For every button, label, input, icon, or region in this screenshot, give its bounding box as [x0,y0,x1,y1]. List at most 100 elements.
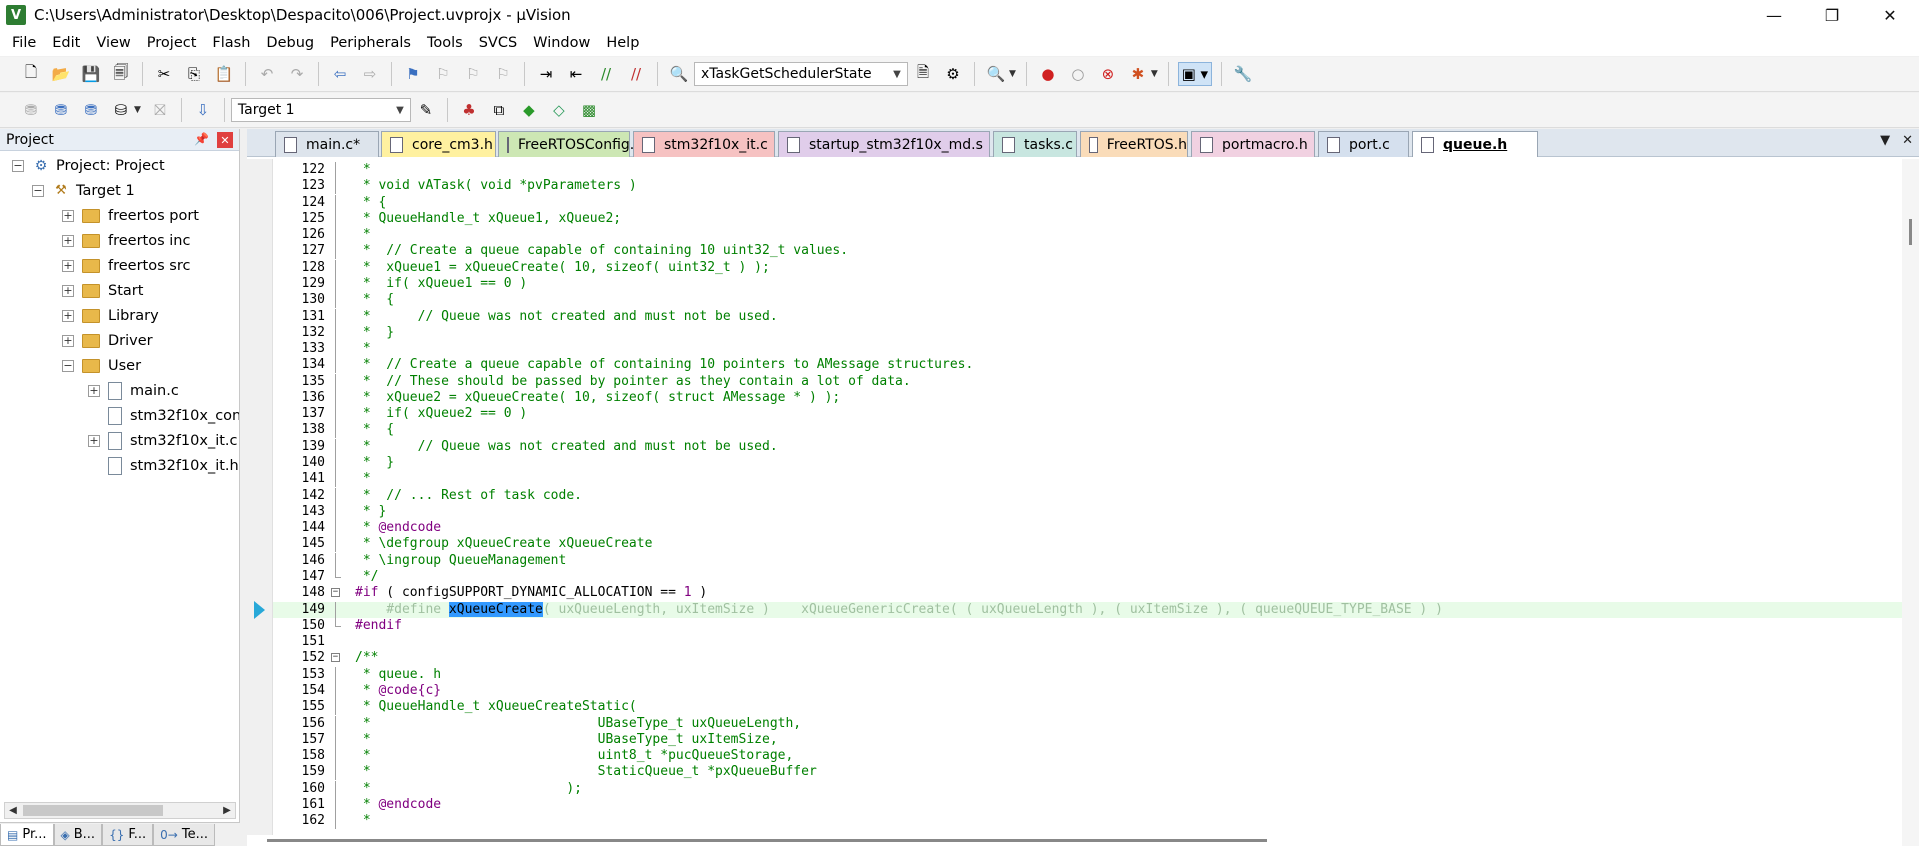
chevron-down-icon[interactable]: ▼ [134,105,141,115]
panel-tab-3[interactable]: 0→ Te... [153,824,215,846]
tree-item-driver[interactable]: + Driver [62,328,153,353]
menu-window[interactable]: Window [525,31,598,55]
download-icon[interactable]: ⇩ [191,98,215,122]
find-in-files-icon[interactable]: 🔍 [667,62,691,86]
collapse-icon[interactable]: − [12,159,24,172]
editor-tab-startup-stm32f10x-md-s[interactable]: startup_stm32f10x_md.s [778,131,990,157]
menu-svcs[interactable]: SVCS [471,31,525,55]
editor-horizontal-scrollbar[interactable] [247,835,1902,846]
close-icon[interactable]: ✕ [217,132,233,148]
editor-tab-tasks-c[interactable]: tasks.c [993,131,1077,157]
find-combo[interactable]: xTaskGetSchedulerState ▼ [694,62,908,86]
scrollbar-thumb[interactable] [23,805,163,816]
breakpoint-insert-icon[interactable]: ● [1036,62,1060,86]
menu-view[interactable]: View [88,31,138,55]
manage-project-items-icon[interactable]: ♣ [457,98,481,122]
tree-item-freertos-inc[interactable]: + freertos inc [62,228,190,253]
expand-icon[interactable]: + [62,209,74,222]
editor-tab-freertosconfig-h[interactable]: FreeRTOSConfig.h [498,131,643,157]
chevron-down-icon[interactable]: ▼ [392,102,408,118]
save-all-icon[interactable]: 🗐 [109,62,133,86]
breakpoint-kill-all-icon[interactable]: ✱ [1126,62,1150,86]
menu-tools[interactable]: Tools [419,31,471,55]
pack-installer-icon[interactable]: ▩ [577,98,601,122]
indent-icon[interactable]: ⇥ [534,62,558,86]
bookmark-clear-icon[interactable]: ⚐ [491,62,515,86]
close-icon[interactable]: ✕ [1902,133,1913,148]
tree-item-target-1[interactable]: − ⚒ Target 1 [32,178,135,203]
editor-vertical-scrollbar[interactable] [1902,159,1919,846]
collapse-icon[interactable]: − [62,359,74,372]
tree-item-freertos-src[interactable]: + freertos src [62,253,190,278]
uncomment-icon[interactable]: // [624,62,648,86]
tree-item-library[interactable]: + Library [62,303,159,328]
paste-icon[interactable]: 📋 [212,62,236,86]
copy-icon[interactable]: ⎘ [182,62,206,86]
fold-collapse-icon[interactable]: − [331,653,340,662]
tree-item-freertos-port[interactable]: + freertos port [62,203,199,228]
close-icon[interactable]: ✕ [1861,0,1919,30]
expand-icon[interactable]: + [62,334,74,347]
menu-edit[interactable]: Edit [44,31,88,55]
target-options-icon[interactable]: ✎ [414,98,438,122]
chevron-down-icon[interactable]: ▼ [1151,69,1158,79]
file-extensions-icon[interactable]: ⧉ [487,98,511,122]
expand-icon[interactable]: + [88,434,100,447]
manage-run-time-icon[interactable]: ◆ [517,98,541,122]
find-icon[interactable]: 🗎 [911,62,935,86]
editor-tab-main-c-[interactable]: main.c* [275,131,379,157]
editor-tab-core-cm3-h[interactable]: core_cm3.h [381,131,496,157]
scroll-left-icon[interactable]: ◀ [5,803,21,818]
batch-build-icon[interactable]: ⛁ [109,98,133,122]
editor-tab-stm32f10x-it-c[interactable]: stm32f10x_it.c [633,131,775,157]
new-file-icon[interactable]: 🗋 [19,62,43,86]
navigate-forward-icon[interactable]: ⇨ [358,62,382,86]
bookmark-prev-icon[interactable]: ⚐ [431,62,455,86]
unindent-icon[interactable]: ⇤ [564,62,588,86]
menu-debug[interactable]: Debug [258,31,322,55]
expand-icon[interactable]: + [62,234,74,247]
panel-tab-1[interactable]: ◈ B... [53,824,103,846]
pin-icon[interactable]: 📌 [194,132,209,148]
tree-item-stm32f10x-it-h[interactable]: stm32f10x_it.h [88,453,239,478]
menu-help[interactable]: Help [598,31,647,55]
collapse-icon[interactable]: − [32,184,44,197]
fold-marker[interactable]: − [331,585,342,601]
redo-icon[interactable]: ↷ [285,62,309,86]
configure-icon[interactable]: 🔧 [1231,62,1255,86]
scroll-right-icon[interactable]: ▶ [219,803,235,818]
tree-item-user[interactable]: − User [62,353,141,378]
undo-icon[interactable]: ↶ [255,62,279,86]
fold-marker[interactable]: − [331,650,342,666]
tree-item-stm32f10x-it-c[interactable]: + stm32f10x_it.c [88,428,238,453]
editor-tab-freertos-h[interactable]: FreeRTOS.h [1080,131,1188,157]
window-layout-icon[interactable]: ▣ ▾ [1177,62,1212,86]
rebuild-icon[interactable]: ⛃ [79,98,103,122]
comment-icon[interactable]: // [594,62,618,86]
translate-icon[interactable]: ⛃ [19,98,43,122]
expand-icon[interactable]: + [62,309,74,322]
navigate-back-icon[interactable]: ⇦ [328,62,352,86]
panel-tab-0[interactable]: ▤ Pr... [0,824,54,846]
save-icon[interactable]: 💾 [79,62,103,86]
tree-item-stm32f10x-conf[interactable]: stm32f10x_conf [88,403,239,428]
scrollbar-thumb[interactable] [1909,219,1912,245]
editor-margin[interactable] [247,159,273,846]
editor-tab-port-c[interactable]: port.c [1318,131,1409,157]
scrollbar-thumb[interactable] [267,839,1267,842]
minimize-icon[interactable]: — [1745,0,1803,30]
menu-peripherals[interactable]: Peripherals [322,31,419,55]
bookmark-next-icon[interactable]: ⚐ [461,62,485,86]
stop-build-icon[interactable]: ⛝ [148,98,172,122]
tab-list-dropdown-icon[interactable]: ▼ [1880,133,1890,148]
incremental-find-icon[interactable]: ⚙ [941,62,965,86]
expand-icon[interactable]: + [62,284,74,297]
expand-icon[interactable]: + [62,259,74,272]
fold-collapse-icon[interactable]: − [331,588,340,597]
project-tree-horizontal-scrollbar[interactable]: ◀ ▶ [4,802,236,819]
bookmark-toggle-icon[interactable]: ⚑ [401,62,425,86]
tree-item-project-project[interactable]: − ⚙ Project: Project [12,153,165,178]
open-file-icon[interactable]: 📂 [49,62,73,86]
select-packs-icon[interactable]: ◇ [547,98,571,122]
menu-flash[interactable]: Flash [204,31,258,55]
